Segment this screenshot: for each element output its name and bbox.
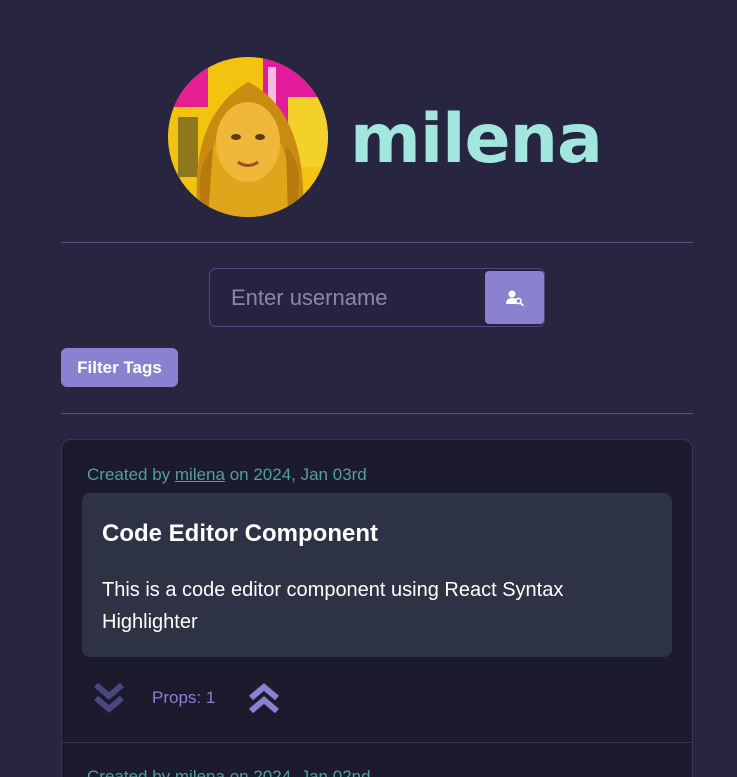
filter-tags-button[interactable]: Filter Tags [61,348,178,387]
search-button[interactable] [485,271,544,324]
search-input[interactable] [210,269,480,326]
downvote-button[interactable] [92,680,126,716]
post-card[interactable]: Code Editor Component This is a code edi… [82,493,672,657]
user-search [209,268,545,327]
post-meta: Created by milena on 2024, Jan 02nd [87,767,371,777]
filter-divider [61,413,693,414]
profile-page: milena Filter Tags Created by milena on … [0,0,737,777]
double-chevron-up-icon [249,683,279,714]
meta-date: on 2024, Jan 02nd [224,767,371,777]
props-count: Props: 1 [152,688,216,707]
profile-header: milena [168,57,603,217]
post-list: Created by milena on 2024, Jan 03rd Code… [61,439,693,777]
avatar [168,57,328,217]
avatar-portrait-icon [168,57,328,217]
author-link[interactable]: milena [175,767,225,777]
header-divider [61,242,693,243]
post-body: This is a code editor component using Re… [102,579,564,633]
post-separator [62,742,692,743]
author-link[interactable]: milena [175,465,225,484]
post-actions: Props: 1 [92,680,392,716]
profile-username: milena [350,100,603,179]
post-meta: Created by milena on 2024, Jan 03rd [87,465,367,485]
upvote-button[interactable] [247,680,281,716]
user-search-icon [505,290,524,306]
meta-prefix: Created by [87,767,175,777]
meta-date: on 2024, Jan 03rd [224,465,367,484]
meta-prefix: Created by [87,465,175,484]
post-title: Code Editor Component [102,520,378,547]
double-chevron-down-icon [94,682,124,713]
